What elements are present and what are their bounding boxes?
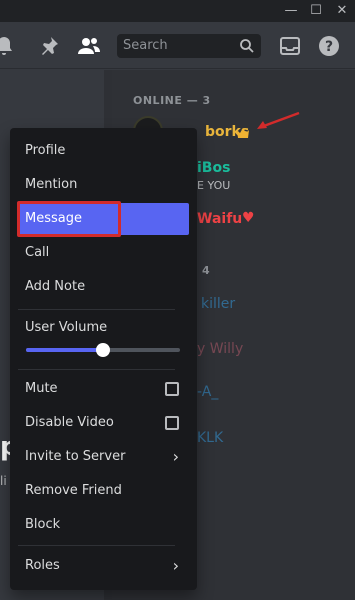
- menu-item-disable-video-label: Disable Video: [25, 415, 114, 430]
- inbox-icon[interactable]: [278, 34, 302, 58]
- online-header: ONLINE — 3: [133, 94, 211, 107]
- menu-item-profile[interactable]: Profile: [18, 135, 189, 167]
- minimize-icon[interactable]: —: [282, 2, 300, 20]
- chevron-right-icon: ›: [172, 556, 179, 575]
- svg-text:?: ?: [325, 39, 333, 55]
- members-icon[interactable]: [77, 34, 101, 58]
- volume-slider-thumb[interactable]: [96, 343, 110, 357]
- chevron-right-icon: ›: [172, 447, 179, 466]
- search-input[interactable]: Search: [117, 34, 261, 58]
- close-icon[interactable]: ✕: [333, 2, 351, 20]
- help-icon[interactable]: ?: [317, 34, 341, 58]
- menu-item-roles-label: Roles: [25, 558, 60, 573]
- volume-slider-fill: [26, 348, 103, 352]
- menu-item-call[interactable]: Call: [18, 237, 189, 269]
- menu-item-mute-label: Mute: [25, 381, 58, 396]
- pin-icon[interactable]: [37, 34, 61, 58]
- crown-icon: [237, 128, 249, 138]
- menu-item-add-note[interactable]: Add Note: [18, 271, 189, 303]
- mute-checkbox[interactable]: [165, 382, 179, 396]
- maximize-icon[interactable]: ☐: [307, 2, 325, 20]
- disable-video-checkbox[interactable]: [165, 416, 179, 430]
- menu-divider: [18, 369, 175, 370]
- menu-item-remove-friend[interactable]: Remove Friend: [18, 475, 189, 507]
- member-name-waifu[interactable]: Waifu: [197, 211, 242, 227]
- search-placeholder: Search: [123, 38, 168, 53]
- menu-divider: [18, 309, 175, 310]
- annotation-arrow: [257, 111, 300, 129]
- member-name-faded[interactable]: y Willy: [197, 341, 243, 357]
- member-name-faded[interactable]: KLK: [197, 430, 223, 446]
- member-name-faded[interactable]: killer: [201, 296, 235, 312]
- title-bar: — ☐ ✕: [0, 0, 355, 22]
- menu-item-mention[interactable]: Mention: [18, 169, 189, 201]
- bell-icon[interactable]: [0, 34, 16, 58]
- offline-count: 4: [202, 264, 210, 277]
- member-name-ibos[interactable]: iBos: [197, 160, 230, 176]
- search-icon: [240, 39, 254, 53]
- menu-divider: [18, 545, 175, 546]
- heart-icon: ♥: [242, 210, 255, 226]
- menu-item-mute[interactable]: Mute: [18, 373, 189, 405]
- menu-item-invite[interactable]: Invite to Server ›: [18, 441, 189, 473]
- member-status: E YOU: [197, 179, 231, 192]
- menu-item-invite-label: Invite to Server: [25, 449, 126, 464]
- member-name-faded[interactable]: -A_: [197, 384, 218, 400]
- chat-partial-text: li: [0, 474, 7, 488]
- menu-item-message[interactable]: Message: [18, 203, 189, 235]
- volume-slider[interactable]: [26, 343, 180, 357]
- menu-item-block[interactable]: Block: [18, 509, 189, 541]
- menu-item-roles[interactable]: Roles ›: [18, 550, 189, 582]
- menu-item-disable-video[interactable]: Disable Video: [18, 407, 189, 439]
- menu-label-user-volume: User Volume: [25, 320, 108, 335]
